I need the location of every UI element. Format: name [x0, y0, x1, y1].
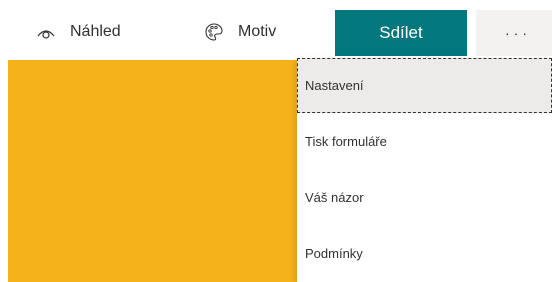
theme-button[interactable]: Motiv — [204, 10, 276, 54]
top-toolbar: Náhled Motiv Sdílet ··· — [0, 0, 552, 60]
more-options-menu: Nastavení Tisk formuláře Váš názor Podmí… — [297, 58, 552, 282]
menu-item-feedback[interactable]: Váš názor — [297, 170, 552, 225]
menu-item-label: Podmínky — [305, 246, 363, 261]
theme-label: Motiv — [238, 23, 277, 40]
form-header-banner — [8, 60, 308, 282]
share-button[interactable]: Sdílet — [335, 10, 467, 56]
menu-item-label: Tisk formuláře — [305, 134, 387, 149]
menu-item-label: Nastavení — [305, 78, 364, 93]
more-icon: ··· — [505, 25, 531, 41]
share-label: Sdílet — [379, 23, 423, 42]
preview-label: Náhled — [70, 23, 121, 40]
palette-icon — [204, 22, 224, 42]
menu-item-label: Váš názor — [305, 190, 364, 205]
menu-item-print-form[interactable]: Tisk formuláře — [297, 114, 552, 169]
more-options-button[interactable]: ··· — [476, 10, 552, 56]
preview-button[interactable]: Náhled — [36, 10, 121, 54]
app-page: Náhled Motiv Sdílet ··· Nastavení Tisk f… — [0, 0, 552, 282]
menu-item-terms[interactable]: Podmínky — [297, 226, 552, 281]
eye-icon — [36, 22, 56, 42]
menu-item-settings[interactable]: Nastavení — [297, 58, 552, 113]
